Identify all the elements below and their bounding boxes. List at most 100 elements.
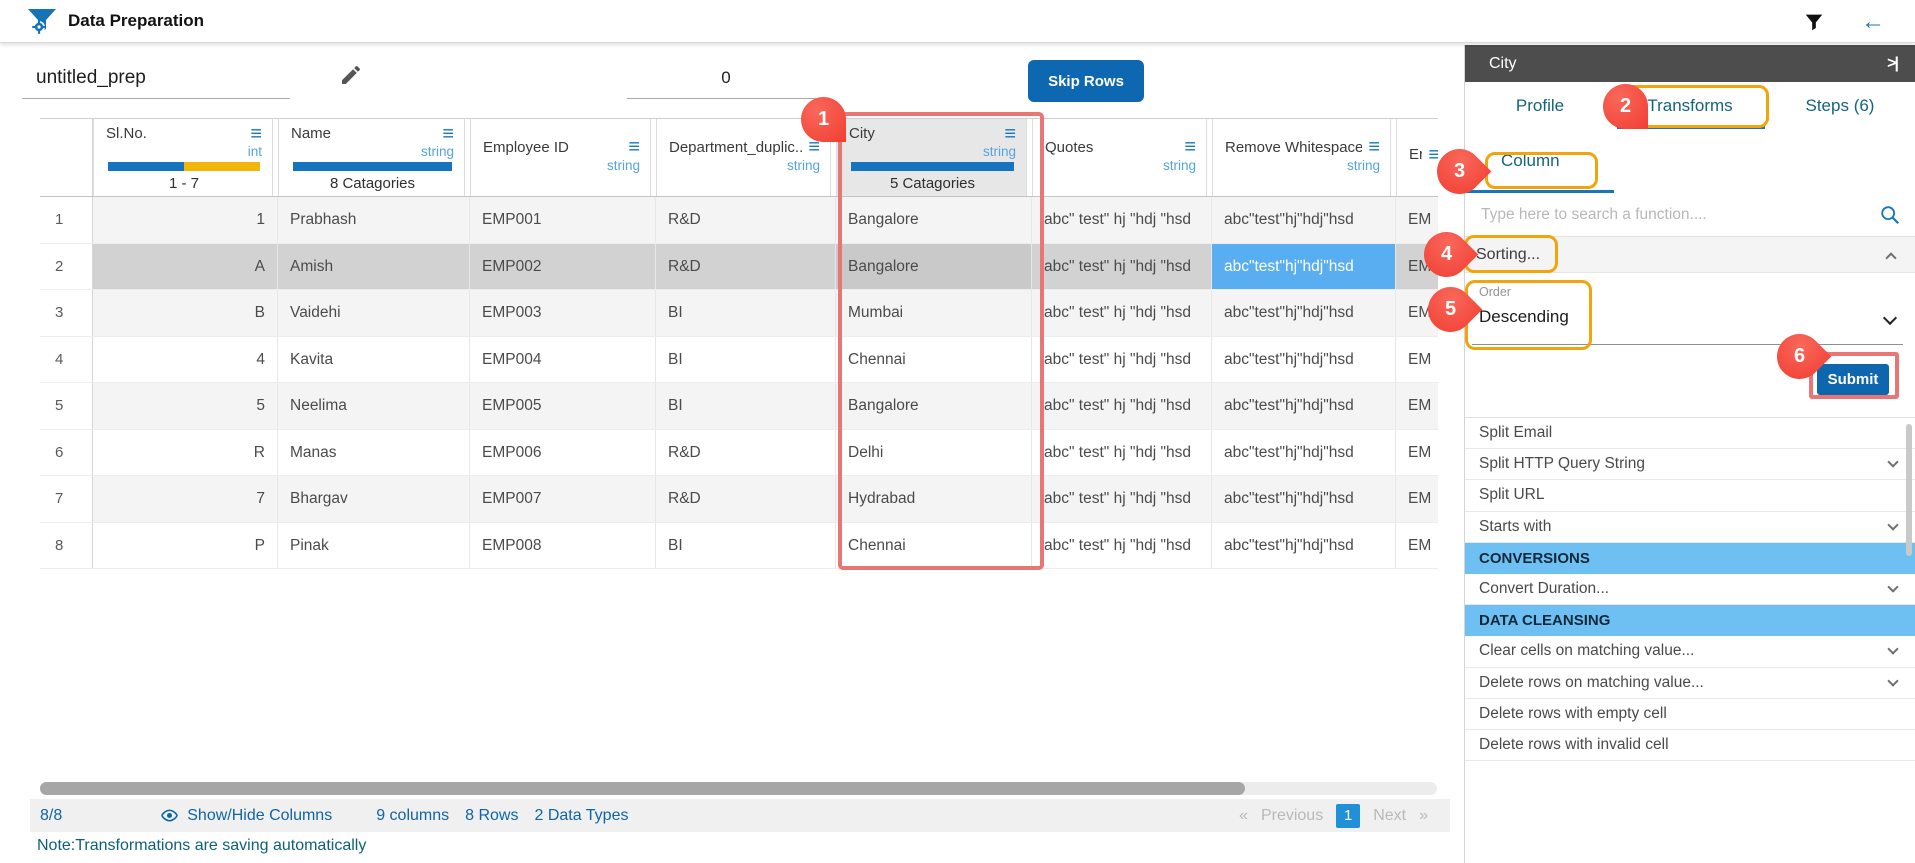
pagination-previous[interactable]: Previous [1261,807,1323,825]
table-cell[interactable]: BI [656,383,836,429]
column-menu-icon[interactable]: ≡ [1368,140,1380,154]
function-item[interactable]: Split HTTP Query String [1465,449,1915,480]
column-header-remws[interactable]: Remove Whitespace≡string [1212,119,1391,196]
back-arrow-icon[interactable]: ← [1861,10,1885,34]
table-cell[interactable]: abc"test"hj"hdj"hsd [1212,244,1396,290]
table-cell[interactable]: Pinak [278,523,470,569]
column-header-name[interactable]: Name≡string8 Catagories [278,119,465,196]
function-item[interactable]: Starts with [1465,512,1915,543]
collapse-panel-icon[interactable]: >| [1887,55,1897,73]
table-cell[interactable]: abc" test" hj "hdj "hsd [1032,523,1212,569]
horizontal-scrollbar[interactable] [40,782,1437,795]
function-item[interactable]: Clear cells on matching value... [1465,636,1915,667]
table-cell[interactable]: P [93,523,278,569]
table-cell[interactable]: abc"test"hj"hdj"hsd [1212,337,1396,383]
show-hide-columns-button[interactable]: Show/Hide Columns [160,806,332,825]
pagination-current-page[interactable]: 1 [1336,804,1360,828]
column-menu-icon[interactable]: ≡ [1184,140,1196,154]
column-header-em[interactable]: Er ≡ [1396,119,1438,196]
table-cell[interactable]: abc"test"hj"hdj"hsd [1212,197,1396,243]
skip-rows-button[interactable]: Skip Rows [1028,60,1144,102]
table-cell[interactable]: abc"test"hj"hdj"hsd [1212,290,1396,336]
table-cell[interactable]: Neelima [278,383,470,429]
function-item[interactable]: Split Email [1465,418,1915,449]
table-cell[interactable]: EMP003 [470,290,656,336]
table-cell[interactable]: EMP002 [470,244,656,290]
table-cell[interactable]: abc"test"hj"hdj"hsd [1212,383,1396,429]
table-cell[interactable]: 5 [93,383,278,429]
table-cell[interactable]: abc"test"hj"hdj"hsd [1212,430,1396,476]
column-menu-icon[interactable]: ≡ [808,140,820,154]
edit-name-button[interactable] [336,61,366,91]
function-search-input[interactable] [1481,206,1861,224]
table-cell[interactable]: R&D [656,430,836,476]
column-label: Er [1409,146,1422,163]
table-cell[interactable]: BI [656,523,836,569]
table-cell[interactable]: EM [1396,383,1438,429]
table-cell[interactable]: Manas [278,430,470,476]
filter-icon[interactable] [1803,11,1825,33]
table-cell[interactable]: 7 [93,476,278,522]
table-cell[interactable]: EM [1396,337,1438,383]
table-cell[interactable]: EMP005 [470,383,656,429]
table-cell[interactable]: abc" test" hj "hdj "hsd [1032,290,1212,336]
function-item[interactable]: Delete rows with invalid cell [1465,730,1915,761]
table-cell[interactable]: EM [1396,523,1438,569]
chevron-down-icon[interactable] [1883,311,1897,325]
panel-scrollbar-thumb[interactable] [1906,424,1912,556]
table-cell[interactable]: EMP008 [470,523,656,569]
table-row: 3BVaidehiEMP003BIMumbaiabc" test" hj "hd… [40,290,1438,337]
column-header-slno[interactable]: Sl.No.≡int1 - 7 [93,119,273,196]
table-cell[interactable]: 4 [93,337,278,383]
table-cell[interactable]: 1 [93,197,278,243]
table-cell[interactable]: abc" test" hj "hdj "hsd [1032,430,1212,476]
pagination-prev-arrow[interactable]: « [1239,807,1248,825]
table-cell[interactable]: abc" test" hj "hdj "hsd [1032,244,1212,290]
column-menu-icon[interactable]: ≡ [442,127,454,141]
column-menu-icon[interactable]: ≡ [628,140,640,154]
table-cell[interactable]: BI [656,290,836,336]
column-header-quotes[interactable]: Quotes≡string [1032,119,1207,196]
table-cell[interactable]: EM [1396,430,1438,476]
function-item[interactable]: Delete rows with empty cell [1465,699,1915,730]
table-row: 11PrabhashEMP001R&DBangaloreabc" test" h… [40,197,1438,244]
table-cell[interactable]: Amish [278,244,470,290]
table-cell[interactable]: EM [1396,476,1438,522]
prep-name-input[interactable] [22,57,290,99]
table-cell[interactable]: Kavita [278,337,470,383]
table-cell[interactable]: EMP004 [470,337,656,383]
table-cell[interactable]: BI [656,337,836,383]
table-cell[interactable]: Bhargav [278,476,470,522]
table-cell[interactable]: EMP001 [470,197,656,243]
table-cell[interactable]: abc" test" hj "hdj "hsd [1032,476,1212,522]
tab-profile[interactable]: Profile [1465,82,1615,129]
horizontal-scrollbar-thumb[interactable] [40,782,1245,795]
column-menu-icon[interactable]: ≡ [250,127,262,141]
table-cell[interactable]: abc" test" hj "hdj "hsd [1032,383,1212,429]
column-menu-icon[interactable]: ≡ [1428,148,1438,162]
table-cell[interactable]: abc"test"hj"hdj"hsd [1212,523,1396,569]
search-icon[interactable] [1879,204,1901,226]
function-item[interactable]: Delete rows on matching value... [1465,668,1915,699]
pagination-next-arrow[interactable]: » [1419,807,1428,825]
tab-steps[interactable]: Steps (6) [1765,82,1915,129]
table-cell[interactable]: R&D [656,197,836,243]
table-cell[interactable]: Prabhash [278,197,470,243]
pagination-next[interactable]: Next [1373,807,1406,825]
table-cell[interactable]: abc" test" hj "hdj "hsd [1032,337,1212,383]
function-item[interactable]: Convert Duration... [1465,574,1915,605]
row-number: 4 [40,337,93,383]
table-cell[interactable]: R&D [656,476,836,522]
table-cell[interactable]: R&D [656,244,836,290]
column-header-empid[interactable]: Employee ID≡string [470,119,651,196]
table-cell[interactable]: EMP007 [470,476,656,522]
function-item[interactable]: Split URL [1465,480,1915,511]
skip-rows-input[interactable] [627,57,825,99]
table-cell[interactable]: R [93,430,278,476]
table-cell[interactable]: abc" test" hj "hdj "hsd [1032,197,1212,243]
table-cell[interactable]: A [93,244,278,290]
table-cell[interactable]: abc"test"hj"hdj"hsd [1212,476,1396,522]
table-cell[interactable]: Vaidehi [278,290,470,336]
table-cell[interactable]: B [93,290,278,336]
table-cell[interactable]: EMP006 [470,430,656,476]
